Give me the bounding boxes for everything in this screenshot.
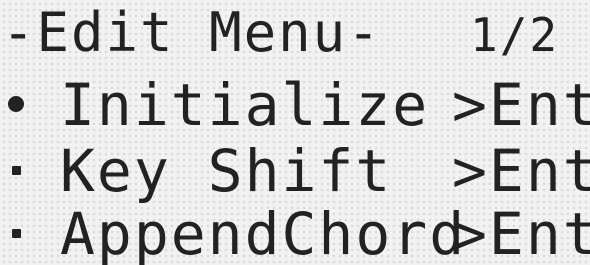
selection-cursor-icon <box>8 96 24 112</box>
menu-item-label: Key Shift <box>60 137 393 205</box>
bullet-icon <box>12 229 21 238</box>
menu-item-key-shift[interactable]: Key Shift >Ent <box>0 140 590 202</box>
menu-item-append-chord[interactable]: AppendChord >Ent <box>0 203 590 265</box>
menu-item-label: Initialize <box>60 71 430 139</box>
menu-title: -Edit Menu- <box>2 1 382 64</box>
menu-item-initialize[interactable]: Initialize >Ent <box>0 74 590 136</box>
lcd-display: -Edit Menu- 1/2 Initialize >Ent Key Shif… <box>0 0 590 265</box>
enter-hint: >Ent <box>452 200 590 265</box>
enter-hint: >Ent <box>452 71 590 139</box>
page-indicator: 1/2 <box>470 8 560 62</box>
menu-header: -Edit Menu- 1/2 <box>0 2 590 64</box>
menu-item-label: AppendChord <box>60 200 467 265</box>
bullet-icon <box>12 166 21 175</box>
enter-hint: >Ent <box>452 137 590 205</box>
